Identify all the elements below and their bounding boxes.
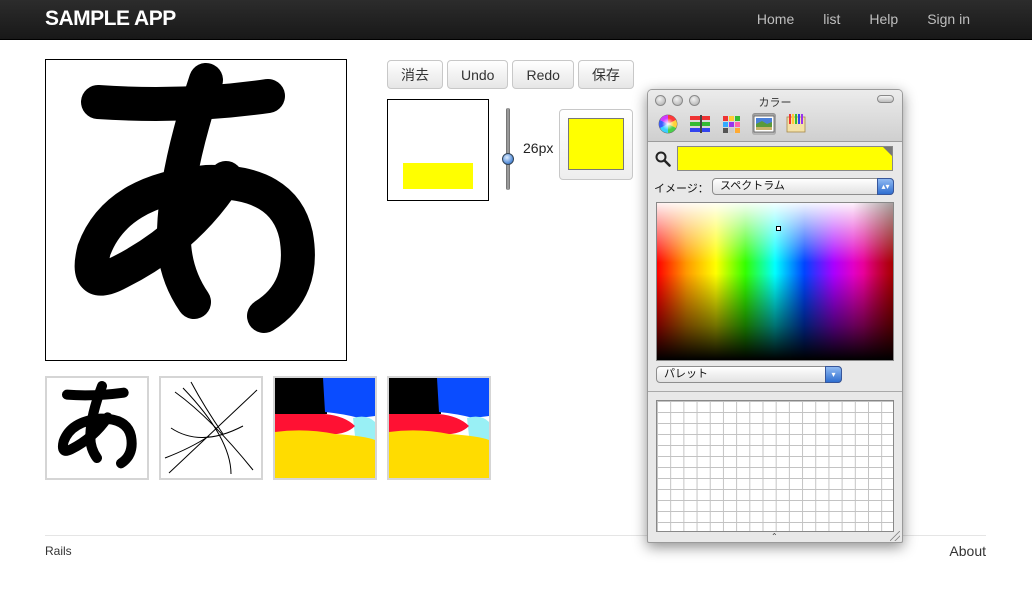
thumbnail-3[interactable] [273,376,377,480]
updown-arrows-icon: ▴▾ [877,178,894,195]
color-palettes-icon[interactable] [720,113,744,135]
image-palettes-icon[interactable] [752,113,776,135]
chevron-down-icon: ▾ [825,366,842,383]
undo-button[interactable]: Undo [447,60,509,89]
footer-rails-text: Rails [45,544,72,558]
brush-size-slider[interactable] [502,108,514,190]
thumbnail-color-drawing [275,378,375,478]
nav-sign-in[interactable]: Sign in [927,11,970,27]
slider-track [506,108,510,190]
spectrum-picker[interactable] [656,202,894,361]
thumbnail-color-drawing [389,378,489,478]
palette-select-value: パレット [664,368,708,380]
magnifier-icon[interactable] [655,151,671,167]
color-sliders-icon[interactable] [688,113,712,135]
color-panel-window: カラー イメージ： スペクトラム ▴▾ パレット ▾ ⌃ [647,89,903,543]
drawing-canvas[interactable] [45,59,347,361]
thumbnail-2[interactable] [159,376,263,480]
image-select-value: スペクトラム [720,180,785,192]
current-color-field[interactable] [677,146,893,171]
brush-preview-stroke [403,163,473,189]
brush-preview [387,99,489,201]
panel-title: カラー [758,97,792,109]
thumbnail-glyph-drawing [57,381,137,469]
color-well[interactable] [559,109,633,180]
nav-links: Home list Help Sign in [757,11,970,27]
toolbar-toggle-pill[interactable] [877,95,894,103]
brand-logo[interactable]: SAMPLE APP [45,7,176,31]
current-color-swatch [568,118,624,170]
toolbar: 消去 Undo Redo 保存 [387,60,634,89]
spectrum-edge-shade [853,203,893,360]
color-wheel-icon[interactable] [656,113,680,135]
spectrum-cursor[interactable] [776,226,781,231]
thumbnail-4[interactable] [387,376,491,480]
footer-about-link[interactable]: About [949,543,986,559]
top-navbar: SAMPLE APP Home list Help Sign in [0,0,1032,40]
nav-list[interactable]: list [823,11,840,27]
thumbnail-lines-drawing [164,381,258,475]
panel-titlebar[interactable]: カラー [648,90,902,142]
image-select[interactable]: スペクトラム ▴▾ [712,178,894,195]
nav-help[interactable]: Help [869,11,898,27]
nav-home[interactable]: Home [757,11,794,27]
panel-divider [648,391,902,392]
image-label: イメージ： [654,183,709,195]
drag-handle-icon[interactable]: ⌃ [771,532,778,541]
slider-knob[interactable] [502,153,514,165]
clear-button[interactable]: 消去 [387,60,443,89]
resize-grip-icon[interactable] [890,531,900,541]
palette-select[interactable]: パレット ▾ [656,366,842,383]
save-button[interactable]: 保存 [577,60,634,89]
canvas-drawing [74,63,315,333]
crayons-icon[interactable] [784,113,808,135]
thumbnail-1[interactable] [45,376,149,480]
redo-button[interactable]: Redo [512,60,574,89]
brush-size-label: 26px [523,140,554,156]
swatch-grid[interactable] [656,400,894,532]
color-field-corner [883,147,892,156]
